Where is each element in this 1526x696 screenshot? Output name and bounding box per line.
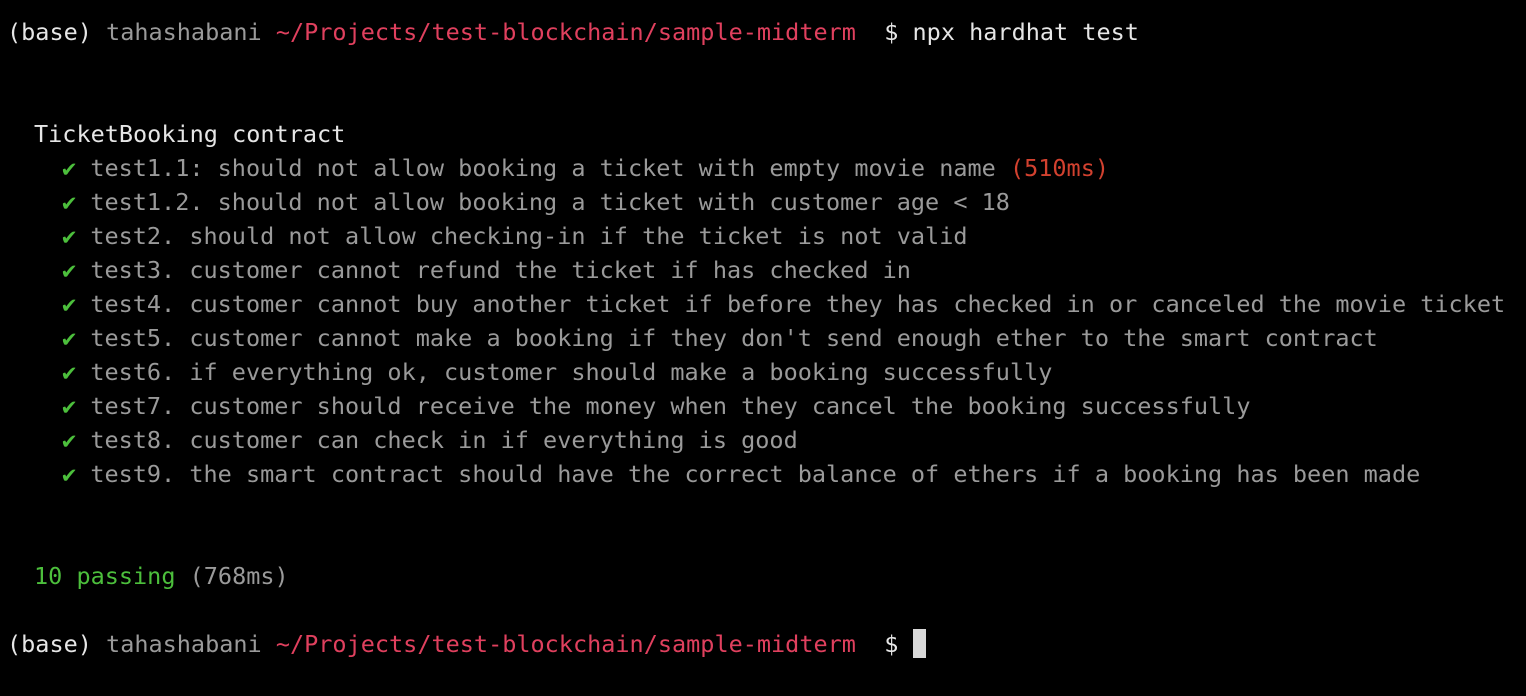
suite-title: TicketBooking contract xyxy=(34,120,346,148)
test-label: test6. if everything ok, customer should… xyxy=(90,358,1053,386)
check-icon: ✔ xyxy=(62,222,77,250)
test-result-row: ✔ test3. customer cannot refund the tick… xyxy=(62,253,911,287)
test-result-row: ✔ test8. customer can check in if everyt… xyxy=(62,423,798,457)
test-result-row: ✔ test5. customer cannot make a booking … xyxy=(62,321,1378,355)
test-result-row: ✔ test9. the smart contract should have … xyxy=(62,457,1420,491)
test-result-row: ✔ test4. customer cannot buy another tic… xyxy=(62,287,1505,321)
test-label: test5. customer cannot make a booking if… xyxy=(90,324,1378,352)
prompt-path: ~/Projects/test-blockchain/sample-midter… xyxy=(275,18,856,46)
test-result-row: ✔ test7. customer should receive the mon… xyxy=(62,389,1250,423)
conda-env: (base) xyxy=(7,630,92,658)
check-icon: ✔ xyxy=(62,358,77,386)
check-icon: ✔ xyxy=(62,426,77,454)
test-duration: (510ms) xyxy=(1009,154,1109,182)
test-label: test9. the smart contract should have th… xyxy=(90,460,1421,488)
test-label: test4. customer cannot buy another ticke… xyxy=(90,290,1506,318)
test-result-row: ✔ test2. should not allow checking-in if… xyxy=(62,219,968,253)
check-icon: ✔ xyxy=(62,256,77,284)
test-result-row: ✔ test6. if everything ok, customer shou… xyxy=(62,355,1052,389)
check-icon: ✔ xyxy=(62,188,77,216)
check-icon: ✔ xyxy=(62,290,77,318)
test-label: test1.2. should not allow booking a tick… xyxy=(90,188,1010,216)
current-prompt-line[interactable]: (base) tahashabani ~/Projects/test-block… xyxy=(7,627,926,661)
prompt-symbol: $ xyxy=(884,18,899,46)
test-label: test2. should not allow checking-in if t… xyxy=(90,222,968,250)
test-label: test3. customer cannot refund the ticket… xyxy=(90,256,911,284)
check-icon: ✔ xyxy=(62,154,77,182)
text-cursor[interactable] xyxy=(912,629,926,658)
test-label: test7. customer should receive the money… xyxy=(90,392,1251,420)
prompt-user: tahashabani xyxy=(106,18,262,46)
prompt-path: ~/Projects/test-blockchain/sample-midter… xyxy=(275,630,856,658)
test-label: test1.1: should not allow booking a tick… xyxy=(90,154,996,182)
terminal-window[interactable]: (base) tahashabani ~/Projects/test-block… xyxy=(7,0,1526,696)
prompt-symbol: $ xyxy=(884,630,899,658)
command-prompt-line: (base) tahashabani ~/Projects/test-block… xyxy=(7,15,1139,49)
passing-count: 10 passing xyxy=(34,562,176,590)
test-label: test8. customer can check in if everythi… xyxy=(90,426,798,454)
total-duration: (768ms) xyxy=(189,562,289,590)
conda-env: (base) xyxy=(7,18,92,46)
test-summary: 10 passing (768ms) xyxy=(34,559,289,593)
test-result-row: ✔ test1.2. should not allow booking a ti… xyxy=(62,185,1010,219)
prompt-user: tahashabani xyxy=(106,630,262,658)
check-icon: ✔ xyxy=(62,392,77,420)
check-icon: ✔ xyxy=(62,460,77,488)
entered-command: npx hardhat test xyxy=(912,18,1139,46)
test-result-row: ✔ test1.1: should not allow booking a ti… xyxy=(62,151,1109,185)
check-icon: ✔ xyxy=(62,324,77,352)
